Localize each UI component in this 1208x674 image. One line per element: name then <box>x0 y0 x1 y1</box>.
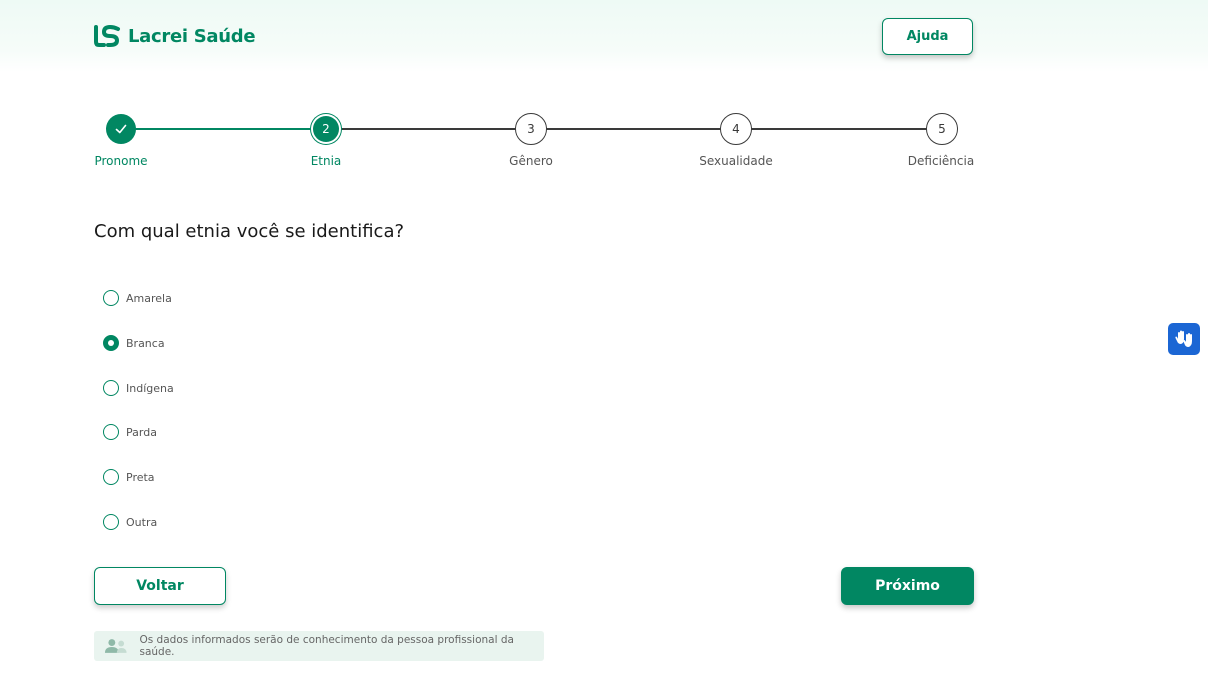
step-1-circle <box>106 114 136 144</box>
step-2-circle: 2 <box>313 116 339 142</box>
option-indigena[interactable]: Indígena <box>103 380 174 396</box>
option-preta[interactable]: Preta <box>103 469 155 485</box>
step-3-circle: 3 <box>515 113 547 145</box>
step-1-label: Pronome <box>94 154 148 168</box>
check-icon <box>115 124 127 134</box>
option-label: Branca <box>126 336 165 350</box>
step-4-label: Sexualidade <box>699 154 773 168</box>
radio-button[interactable] <box>103 469 119 485</box>
radio-button[interactable] <box>103 514 119 530</box>
radio-button-selected[interactable] <box>103 335 119 351</box>
step-connector-3 <box>531 128 736 130</box>
step-5-label: Deficiência <box>907 154 975 168</box>
option-label: Parda <box>126 425 157 439</box>
sign-language-accessibility-button[interactable] <box>1168 323 1200 355</box>
back-button[interactable]: Voltar <box>94 567 226 605</box>
page: Lacrei Saúde Ajuda 2 3 4 5 Pronome Etnia… <box>0 0 1208 674</box>
option-branca[interactable]: Branca <box>103 335 165 351</box>
brand-name: Lacrei Saúde <box>128 25 256 47</box>
step-connector-4 <box>736 128 941 130</box>
top-header: Lacrei Saúde Ajuda <box>0 0 1208 72</box>
brand-logo[interactable]: Lacrei Saúde <box>94 25 256 47</box>
privacy-notice-text: Os dados informados serão de conheciment… <box>139 634 514 658</box>
step-4-circle: 4 <box>720 113 752 145</box>
privacy-notice: Os dados informados serão de conheciment… <box>94 631 544 661</box>
help-button[interactable]: Ajuda <box>882 18 973 55</box>
option-label: Indígena <box>126 381 174 395</box>
step-connector-2 <box>326 128 531 130</box>
option-label: Preta <box>126 470 155 484</box>
question-heading: Com qual etnia você se identifica? <box>94 221 405 242</box>
radio-button[interactable] <box>103 380 119 396</box>
sign-language-hands-icon <box>1175 330 1192 347</box>
step-5-circle: 5 <box>926 113 958 145</box>
lacrei-logo-icon <box>94 25 120 47</box>
option-label: Amarela <box>126 291 172 305</box>
option-outra[interactable]: Outra <box>103 514 157 530</box>
step-3-label: Gênero <box>509 154 553 168</box>
next-button[interactable]: Próximo <box>841 567 974 605</box>
option-parda[interactable]: Parda <box>103 424 157 440</box>
step-2-label: Etnia <box>310 154 342 168</box>
radio-button[interactable] <box>103 290 119 306</box>
radio-button[interactable] <box>103 424 119 440</box>
step-connector-1 <box>121 128 326 130</box>
option-label: Outra <box>126 515 158 529</box>
option-amarela[interactable]: Amarela <box>103 290 172 306</box>
users-icon <box>104 639 127 653</box>
